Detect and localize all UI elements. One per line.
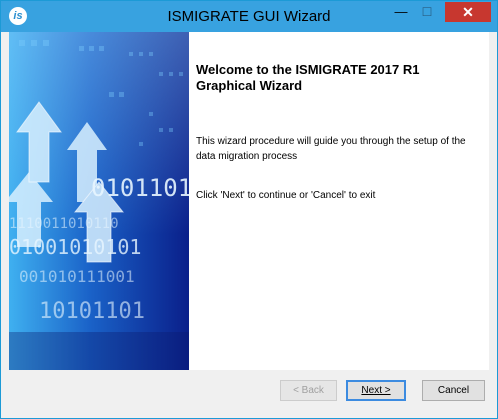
binary-row-5: 10101101: [39, 299, 145, 324]
banner-image: 01011010 1110011010110 01001010101 00101…: [9, 32, 189, 370]
wizard-heading: Welcome to the ISMIGRATE 2017 R1 Graphic…: [196, 62, 420, 93]
binary-arrows-graphic: 01011010 1110011010110 01001010101 00101…: [9, 32, 189, 370]
binary-row-2: 1110011010110: [9, 216, 119, 232]
button-bar: < Back Next > Cancel: [1, 370, 497, 418]
wizard-window: is ISMIGRATE GUI Wizard — ☐ ✕ 0101101 11…: [0, 0, 498, 419]
title-bar[interactable]: is ISMIGRATE GUI Wizard — ☐ ✕: [1, 1, 497, 32]
binary-row-3: 01001010101: [9, 235, 141, 259]
minimize-icon[interactable]: —: [388, 2, 414, 22]
wizard-content: 01011010 1110011010110 01001010101 00101…: [9, 32, 489, 370]
binary-row-4: 001010111001: [19, 267, 135, 286]
close-icon[interactable]: ✕: [445, 2, 491, 22]
back-button[interactable]: < Back: [280, 380, 337, 401]
wizard-description: This wizard procedure will guide you thr…: [196, 136, 466, 162]
binary-row-1: 01011010: [91, 174, 189, 202]
cancel-button[interactable]: Cancel: [422, 380, 485, 401]
next-button[interactable]: Next >: [346, 380, 406, 401]
maximize-icon[interactable]: ☐: [414, 2, 440, 22]
wizard-instruction: Click 'Next' to continue or 'Cancel' to …: [196, 190, 376, 201]
